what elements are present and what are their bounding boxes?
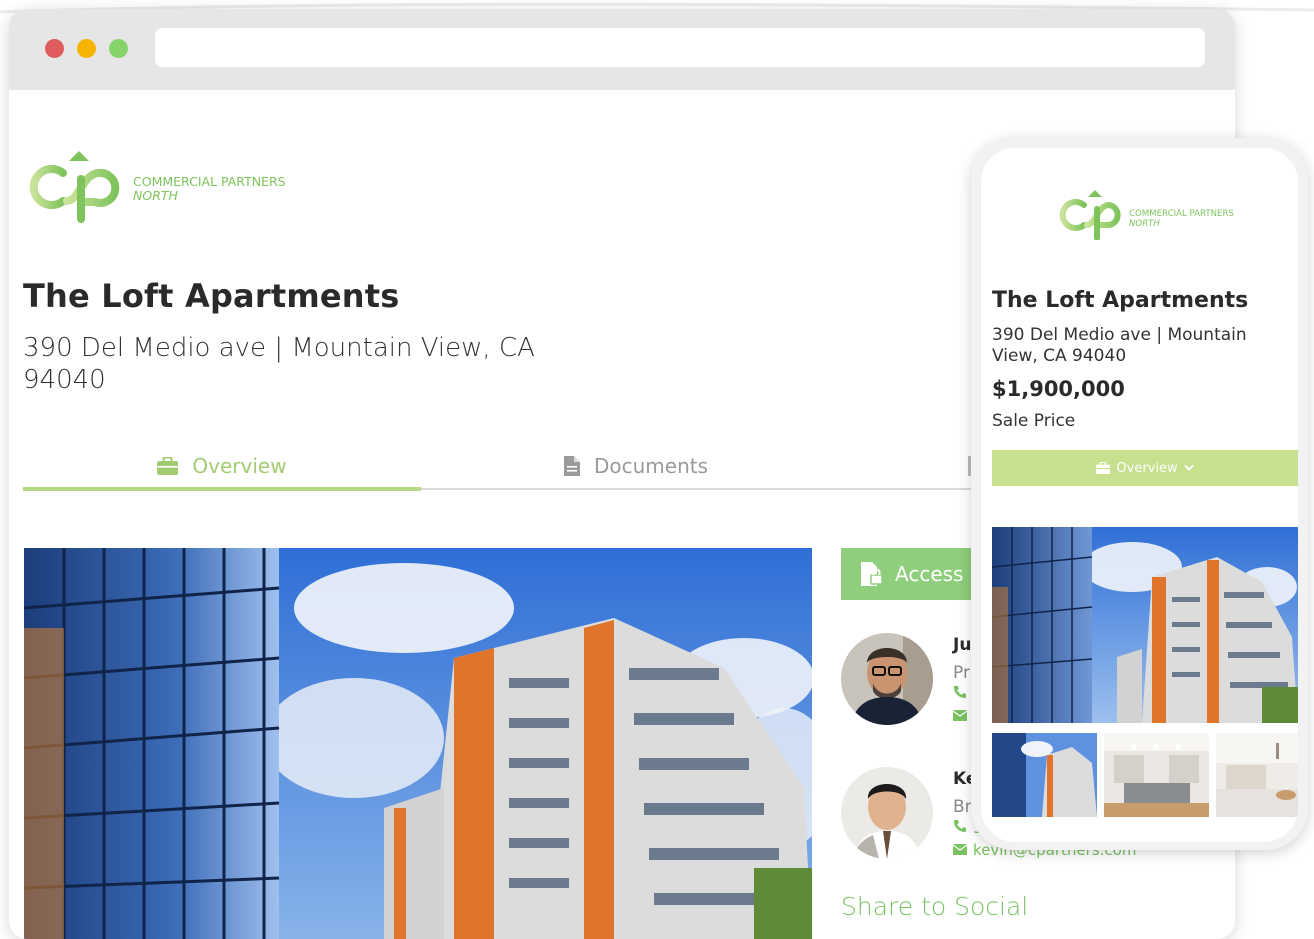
mobile-logo-text-line1: COMMERCIAL PARTNERS bbox=[1129, 209, 1234, 219]
mobile-hero-image bbox=[992, 527, 1298, 723]
thumbnail-image[interactable] bbox=[1216, 733, 1298, 817]
briefcase-icon bbox=[157, 457, 179, 475]
file-lock-icon bbox=[861, 562, 883, 586]
tab-bar: Overview Documents bbox=[23, 444, 1123, 494]
hero-property-image bbox=[24, 548, 812, 939]
page-title: The Loft Apartments bbox=[23, 277, 400, 315]
tab-documents[interactable]: Documents bbox=[421, 444, 851, 488]
chevron-down-icon bbox=[1183, 464, 1194, 471]
agent-phone[interactable] bbox=[953, 685, 973, 703]
access-button[interactable]: Access S bbox=[841, 548, 981, 600]
browser-toolbar bbox=[9, 9, 1235, 90]
mobile-logo-text-line2: NORTH bbox=[1129, 219, 1160, 229]
phone-screen: COMMERCIAL PARTNERS NORTH The Loft Apart… bbox=[981, 148, 1298, 842]
share-heading: Share to Social bbox=[841, 892, 1029, 921]
phone-mockup: COMMERCIAL PARTNERS NORTH The Loft Apart… bbox=[971, 138, 1308, 850]
mobile-brand-logo: COMMERCIAL PARTNERS NORTH bbox=[1059, 190, 1234, 240]
mobile-listing-address: 390 Del Medio ave | Mountain View, CA 94… bbox=[992, 325, 1247, 366]
address-bar[interactable] bbox=[155, 28, 1205, 67]
mobile-price-label: Sale Price bbox=[992, 411, 1076, 431]
window-close-button[interactable] bbox=[45, 39, 64, 58]
agent-name: Ju bbox=[953, 635, 972, 655]
mobile-overview-label: Overview bbox=[1116, 460, 1178, 476]
window-maximize-button[interactable] bbox=[109, 39, 128, 58]
mobile-price: $1,900,000 bbox=[992, 377, 1125, 401]
access-button-label: Access S bbox=[895, 562, 981, 586]
mobile-page-title: The Loft Apartments bbox=[992, 288, 1249, 313]
agent-role: Pr bbox=[953, 663, 970, 683]
agent-role: Br bbox=[953, 797, 972, 817]
phone-icon bbox=[954, 686, 966, 698]
agent-avatar bbox=[841, 767, 933, 859]
logo-text-line1: COMMERCIAL PARTNERS bbox=[133, 174, 286, 189]
briefcase-icon bbox=[1096, 462, 1111, 474]
thumbnail-image[interactable] bbox=[992, 733, 1097, 817]
agent-avatar bbox=[841, 633, 933, 725]
window-minimize-button[interactable] bbox=[77, 39, 96, 58]
agent-email[interactable] bbox=[952, 707, 973, 725]
tab-documents-label: Documents bbox=[593, 454, 709, 478]
mobile-overview-dropdown[interactable]: Overview bbox=[992, 450, 1298, 486]
listing-address: 390 Del Medio ave | Mountain View, CA 94… bbox=[23, 333, 535, 395]
envelope-icon bbox=[952, 710, 968, 721]
phone-icon bbox=[954, 820, 966, 832]
brand-logo: COMMERCIAL PARTNERS NORTH bbox=[29, 151, 286, 223]
tab-overview[interactable]: Overview bbox=[23, 444, 421, 491]
envelope-icon bbox=[952, 844, 968, 855]
thumbnail-image[interactable] bbox=[1104, 733, 1209, 817]
document-icon bbox=[563, 456, 580, 476]
logo-text-line2: NORTH bbox=[133, 188, 179, 203]
tab-overview-label: Overview bbox=[192, 454, 287, 478]
